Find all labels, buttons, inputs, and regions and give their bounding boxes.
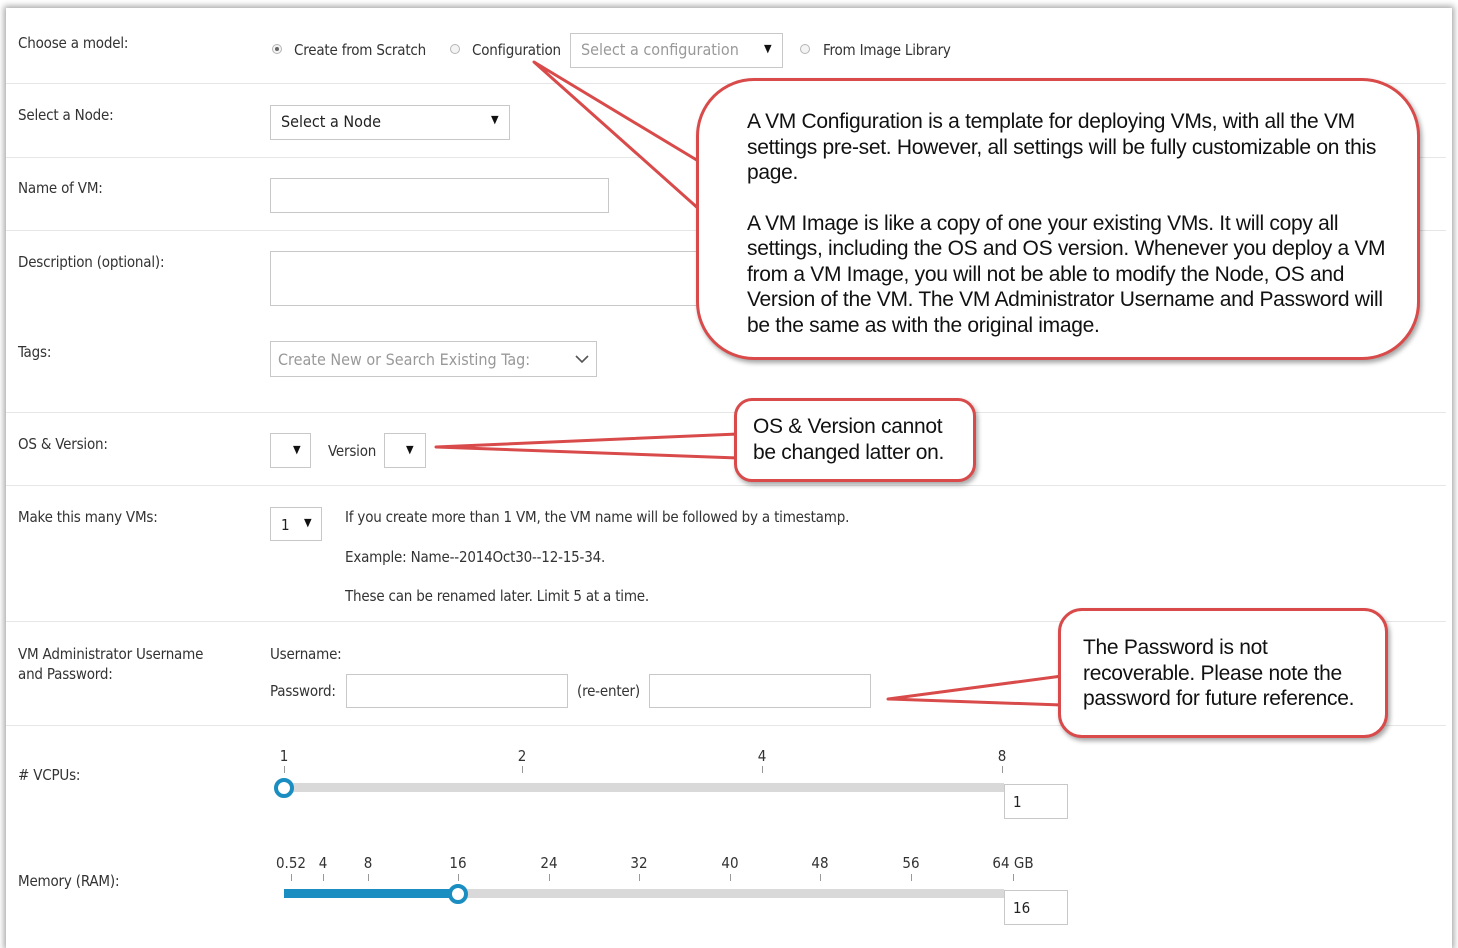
os-note-pointer (434, 432, 740, 460)
vm-image-note: A VM Image is like a copy of one your ex… (747, 211, 1386, 337)
password-note-text: The Password is not recoverable. Please … (1083, 636, 1355, 710)
os-note-text: OS & Version cannot be changed latter on… (753, 415, 945, 464)
vm-info-pointer (532, 60, 702, 212)
password-note-callout: The Password is not recoverable. Please … (1058, 608, 1388, 738)
password-note-pointer (886, 674, 1064, 707)
os-note-callout: OS & Version cannot be changed latter on… (734, 398, 976, 482)
vm-configuration-note: A VM Configuration is a template for dep… (747, 110, 1377, 184)
vm-info-callout: A VM Configuration is a template for dep… (696, 78, 1420, 360)
